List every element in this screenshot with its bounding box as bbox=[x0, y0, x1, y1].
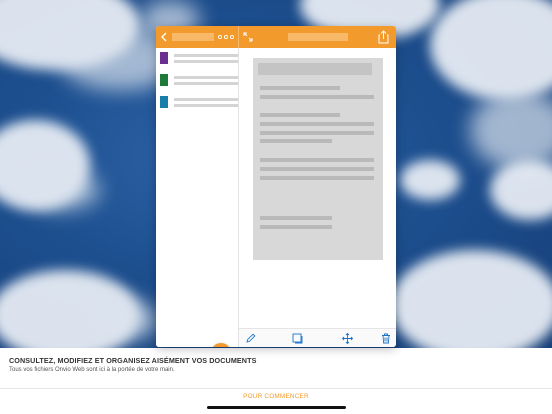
pages-icon[interactable] bbox=[291, 332, 303, 344]
pencil-icon[interactable] bbox=[245, 332, 257, 344]
chevron-left-icon[interactable] bbox=[158, 30, 170, 44]
document-viewer bbox=[239, 48, 396, 328]
folder-title-placeholder bbox=[172, 33, 214, 41]
app-toolbar bbox=[156, 26, 396, 48]
plus-icon: + bbox=[216, 343, 226, 347]
expand-icon[interactable] bbox=[242, 31, 254, 43]
excel-file-icon bbox=[160, 74, 168, 86]
home-indicator[interactable] bbox=[207, 406, 346, 409]
promo-subtext: Tous vos fichiers Onvio Web sont ici à l… bbox=[9, 367, 175, 373]
share-icon[interactable] bbox=[376, 29, 390, 45]
list-item[interactable] bbox=[160, 52, 238, 66]
document-title-placeholder bbox=[288, 33, 348, 41]
list-item[interactable] bbox=[160, 96, 238, 110]
onenote-file-icon bbox=[160, 52, 168, 64]
add-button[interactable]: + bbox=[211, 343, 231, 347]
document-file-icon bbox=[160, 96, 168, 108]
list-item[interactable] bbox=[160, 74, 238, 88]
get-started-button[interactable]: POUR COMMENCER bbox=[0, 393, 552, 400]
ellipsis-icon[interactable] bbox=[217, 30, 235, 44]
file-list-pane: + bbox=[156, 48, 239, 347]
divider bbox=[0, 388, 552, 389]
document-page bbox=[253, 58, 383, 260]
app-preview-device: + bbox=[156, 26, 396, 347]
document-toolbar bbox=[239, 328, 396, 347]
promo-heading: CONSULTEZ, MODIFIEZ ET ORGANISEZ AISÉMEN… bbox=[9, 356, 257, 365]
move-icon[interactable] bbox=[341, 332, 353, 344]
trash-icon[interactable] bbox=[380, 332, 392, 344]
